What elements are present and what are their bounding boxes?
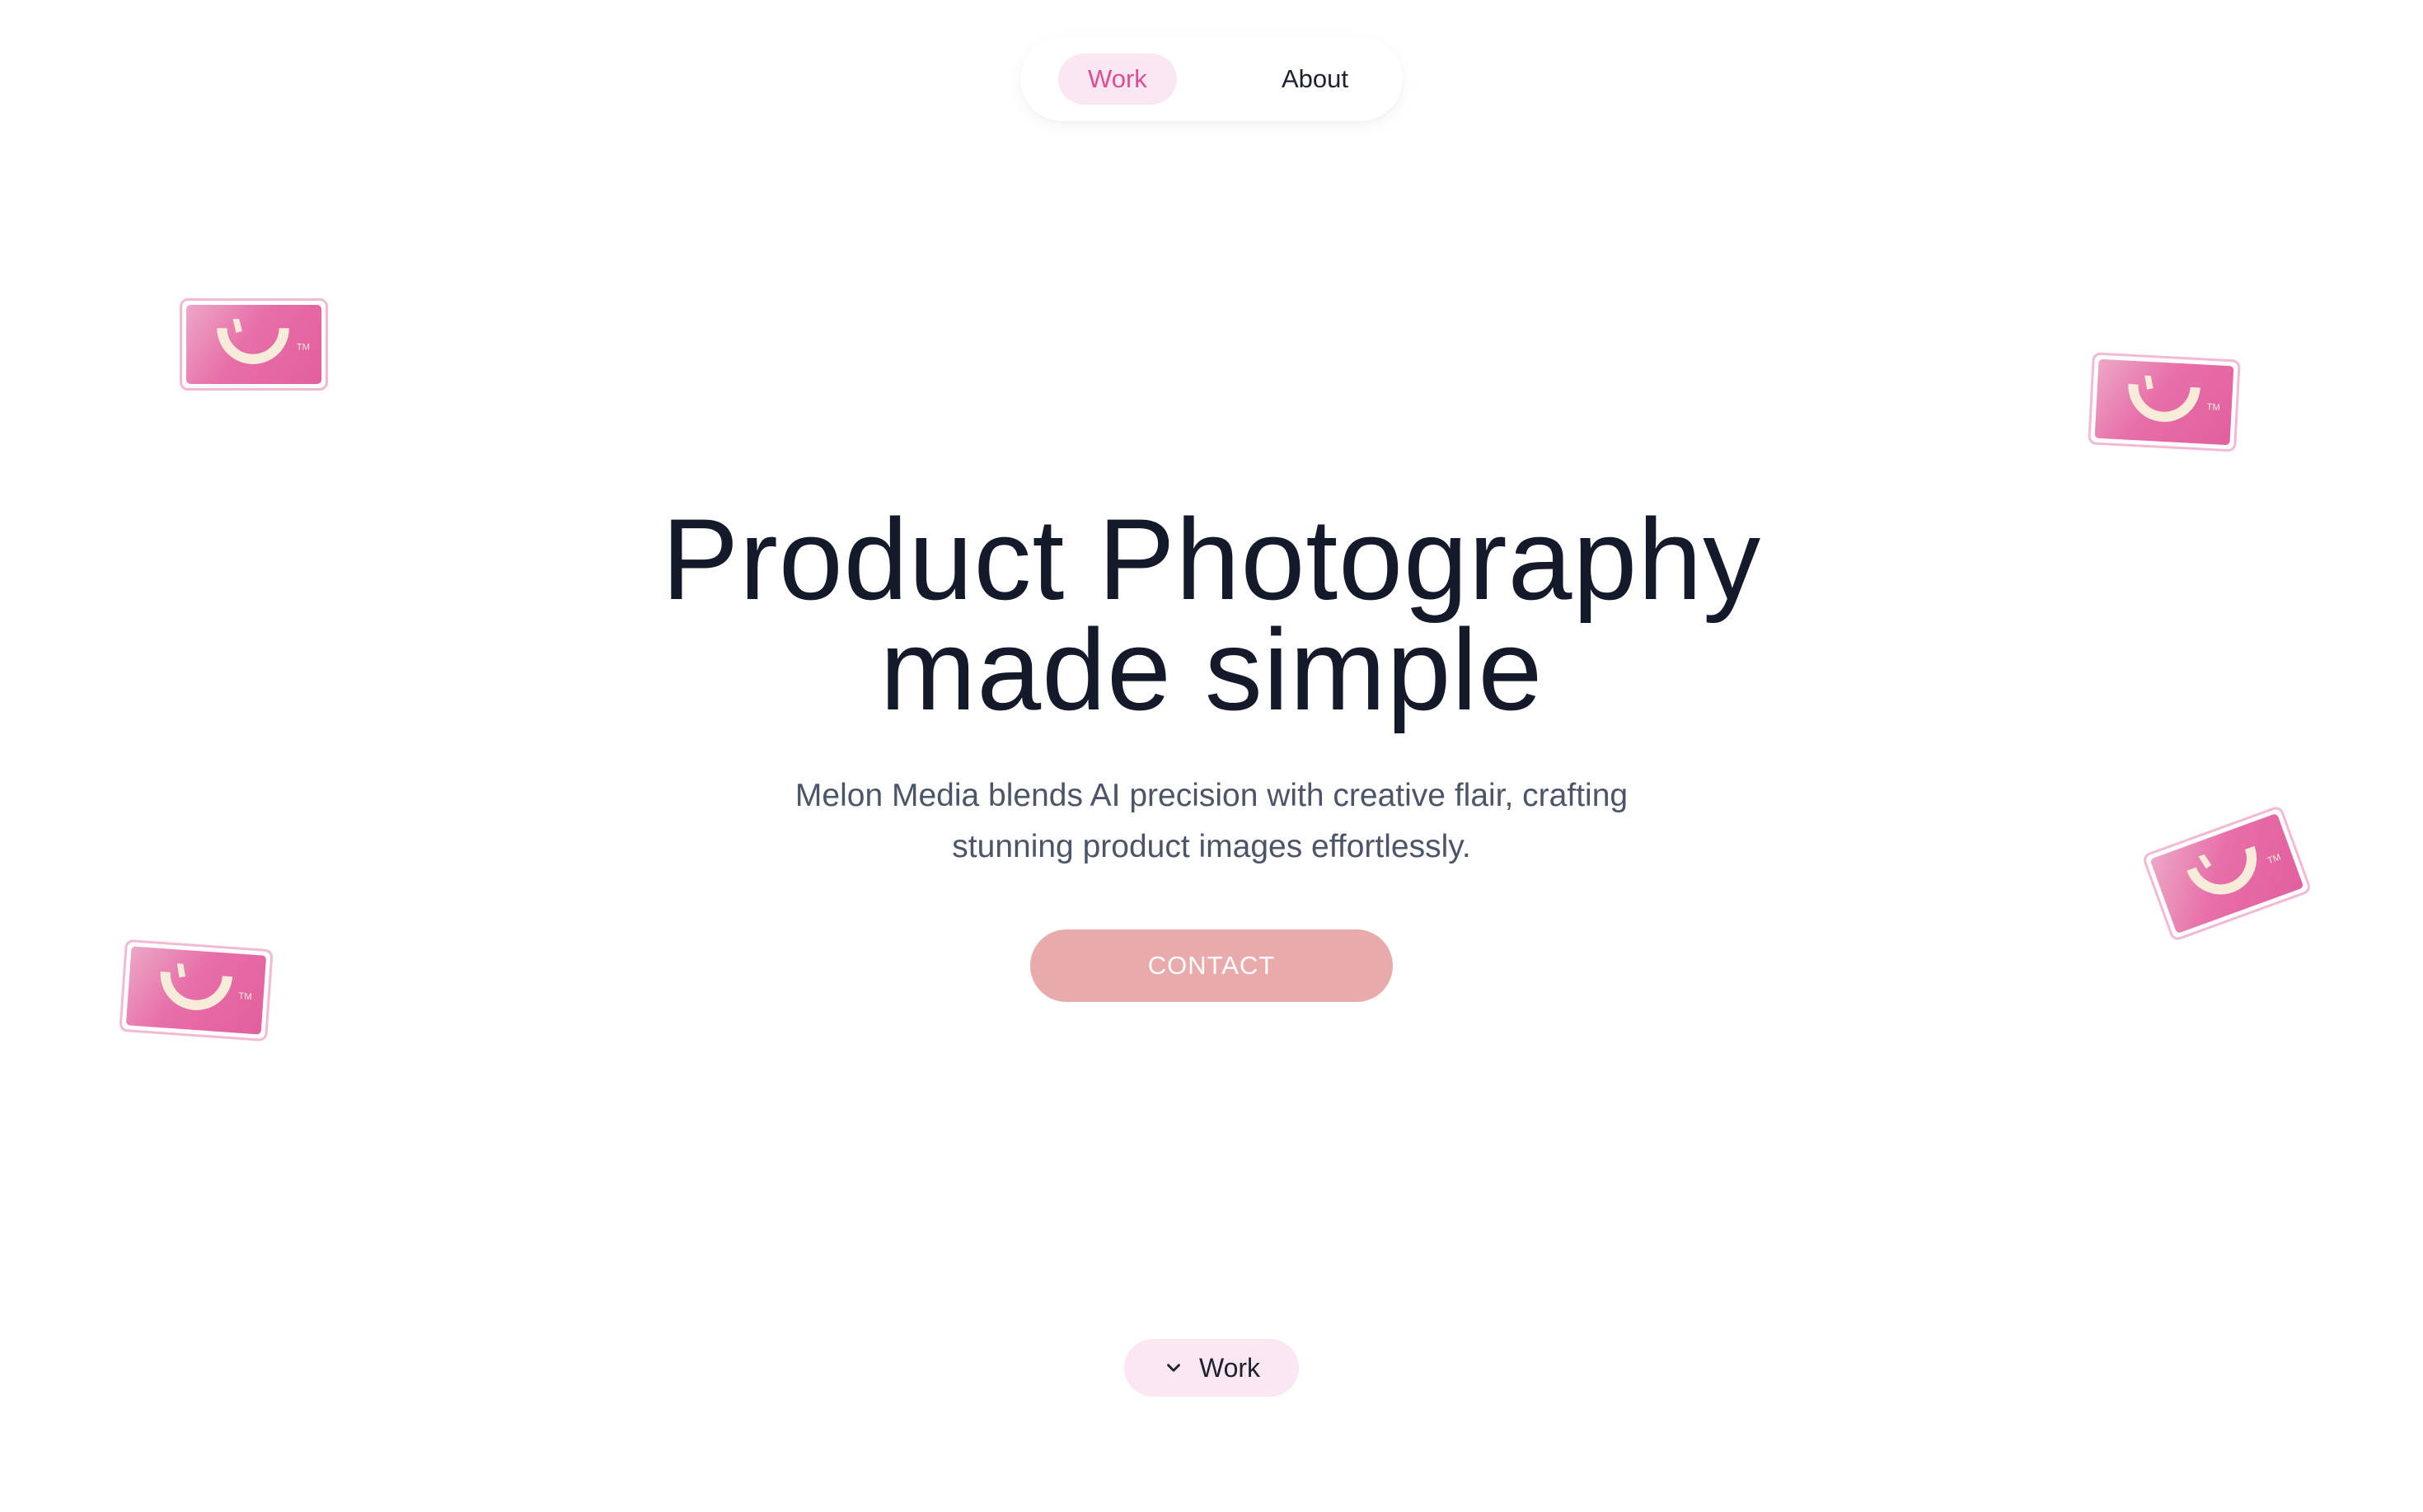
chevron-down-icon xyxy=(1167,1364,1180,1372)
sticker-face: TM xyxy=(2149,812,2304,934)
melon-smile-logo-icon: TM xyxy=(217,318,310,364)
trademark-mark: TM xyxy=(297,343,310,353)
trademark-mark: TM xyxy=(2206,402,2220,413)
nav-item-work[interactable]: Work xyxy=(1058,54,1177,105)
scroll-to-work-button[interactable]: Work xyxy=(1124,1339,1299,1397)
contact-button[interactable]: CONTACT xyxy=(1030,929,1393,1002)
scroll-to-work-label: Work xyxy=(1198,1352,1261,1383)
trademark-mark: TM xyxy=(2266,852,2282,866)
melon-smile-logo-icon: TM xyxy=(2128,375,2220,422)
logo-sticker-middle-right: TM xyxy=(2141,804,2313,943)
logo-sticker-bottom-left: TM xyxy=(119,939,274,1042)
top-nav: Work About xyxy=(1020,37,1403,121)
logo-sticker-top-left: TM xyxy=(180,298,328,391)
hero-subtitle: Melon Media blends AI precision with cre… xyxy=(717,770,1706,873)
hero-subtitle-line-1: Melon Media blends AI precision with cre… xyxy=(794,778,1629,813)
melon-smile-logo-icon: TM xyxy=(160,963,252,1010)
hero-title: Product Photography made simple xyxy=(0,494,2423,734)
sticker-face: TM xyxy=(2094,358,2234,446)
nav-item-about[interactable]: About xyxy=(1265,54,1365,105)
sticker-face: TM xyxy=(125,946,267,1035)
hero-title-line-2: made simple xyxy=(879,605,1544,734)
trademark-mark: TM xyxy=(238,991,252,1002)
hero-subtitle-line-2: stunning product images effortlessly. xyxy=(952,829,1471,864)
hero-title-line-1: Product Photography xyxy=(661,494,1762,624)
page: Work About TM TM TM TM Product Photograp… xyxy=(0,0,2423,1512)
sticker-face: TM xyxy=(186,305,321,384)
melon-smile-logo-icon: TM xyxy=(2186,845,2282,895)
logo-sticker-top-right: TM xyxy=(2088,352,2241,452)
